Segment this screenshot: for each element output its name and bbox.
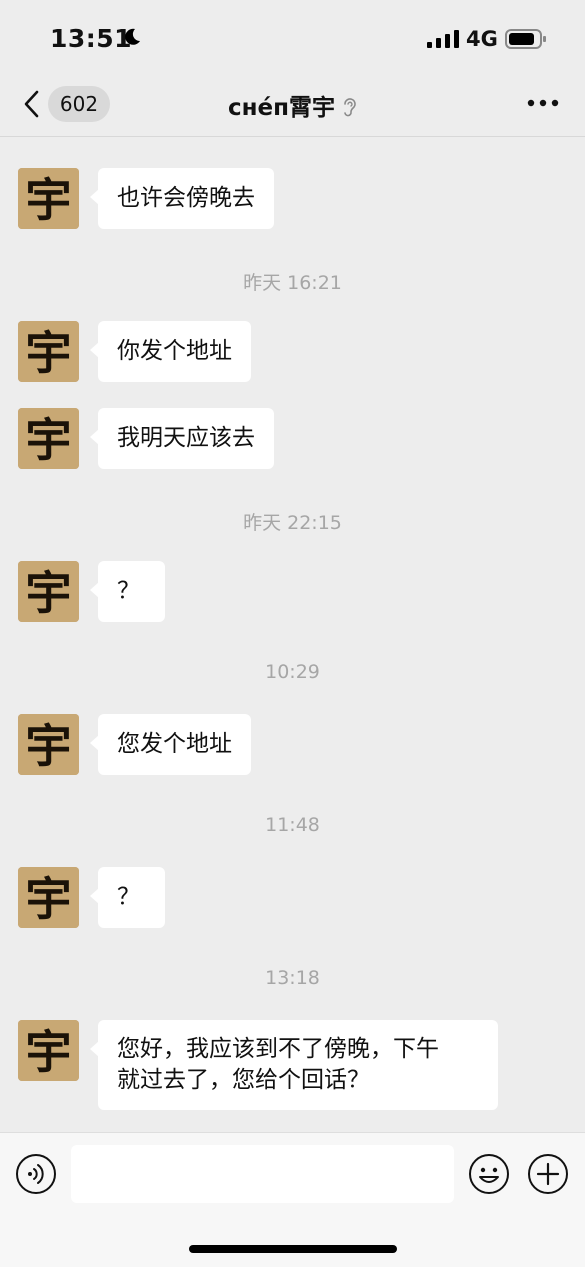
status-bar: 13:51 4G [0,0,585,80]
ear-icon [344,98,356,117]
message-bubble[interactable]: 你发个地址 [90,321,251,382]
voice-icon[interactable] [15,1153,57,1195]
avatar[interactable]: 宇 [18,714,79,775]
chat-header: 602 cнéп霄宇 [0,80,585,137]
chat-title-wrap: cнéп霄宇 [0,88,585,122]
emoji-icon[interactable] [468,1153,510,1195]
timestamp: 13:18 [265,967,320,989]
message-text: 你发个地址 [117,338,232,364]
avatar[interactable]: 宇 [18,561,79,622]
avatar-glyph: 宇 [26,173,72,227]
avatar[interactable]: 宇 [18,321,79,382]
message-bubble[interactable]: 也许会傍晚去 [90,168,274,229]
message-text: 您发个地址 [117,731,232,757]
avatar[interactable]: 宇 [18,1020,79,1081]
message-bubble[interactable]: ？ [90,561,165,622]
avatar-glyph: 宇 [26,872,72,926]
timestamp: 10:29 [265,661,320,683]
network-label: 4G [466,27,498,51]
timestamp: 昨天 22:15 [243,512,342,534]
chat-title: cнéп霄宇 [227,95,335,121]
status-time: 13:51 [50,24,133,53]
message-bubble[interactable]: ？ [90,867,165,928]
more-icon[interactable] [526,98,560,108]
avatar[interactable]: 宇 [18,408,79,469]
avatar-glyph: 宇 [26,326,72,380]
home-indicator[interactable] [189,1245,397,1253]
avatar[interactable]: 宇 [18,867,79,928]
battery-icon [505,29,546,49]
message-text: 您好，我应该到不了傍晚，下午 就过去了，您给个回话？ [117,1036,439,1093]
message-text: ？ [117,884,140,910]
avatar-glyph: 宇 [26,719,72,773]
message-bubble[interactable]: 您发个地址 [90,714,251,775]
signal-icon [427,30,459,48]
message-text: ？ [117,578,140,604]
message-text: 我明天应该去 [117,425,255,451]
message-bubble[interactable]: 您好，我应该到不了傍晚，下午 就过去了，您给个回话？ [90,1020,498,1110]
plus-icon[interactable] [527,1153,569,1195]
avatar-glyph: 宇 [26,1025,72,1079]
avatar-glyph: 宇 [26,413,72,467]
avatar-glyph: 宇 [26,566,72,620]
timestamp: 昨天 16:21 [243,272,342,294]
timestamp: 11:48 [265,814,320,836]
moon-icon [125,28,140,45]
message-text: 也许会傍晚去 [117,185,255,211]
avatar[interactable]: 宇 [18,168,79,229]
message-input[interactable] [71,1145,454,1203]
message-bubble[interactable]: 我明天应该去 [90,408,274,469]
message-list[interactable]: 宇 也许会傍晚去 昨天 16:21 宇 你发个地址 宇 我明天应该去 昨天 22… [0,137,585,1131]
